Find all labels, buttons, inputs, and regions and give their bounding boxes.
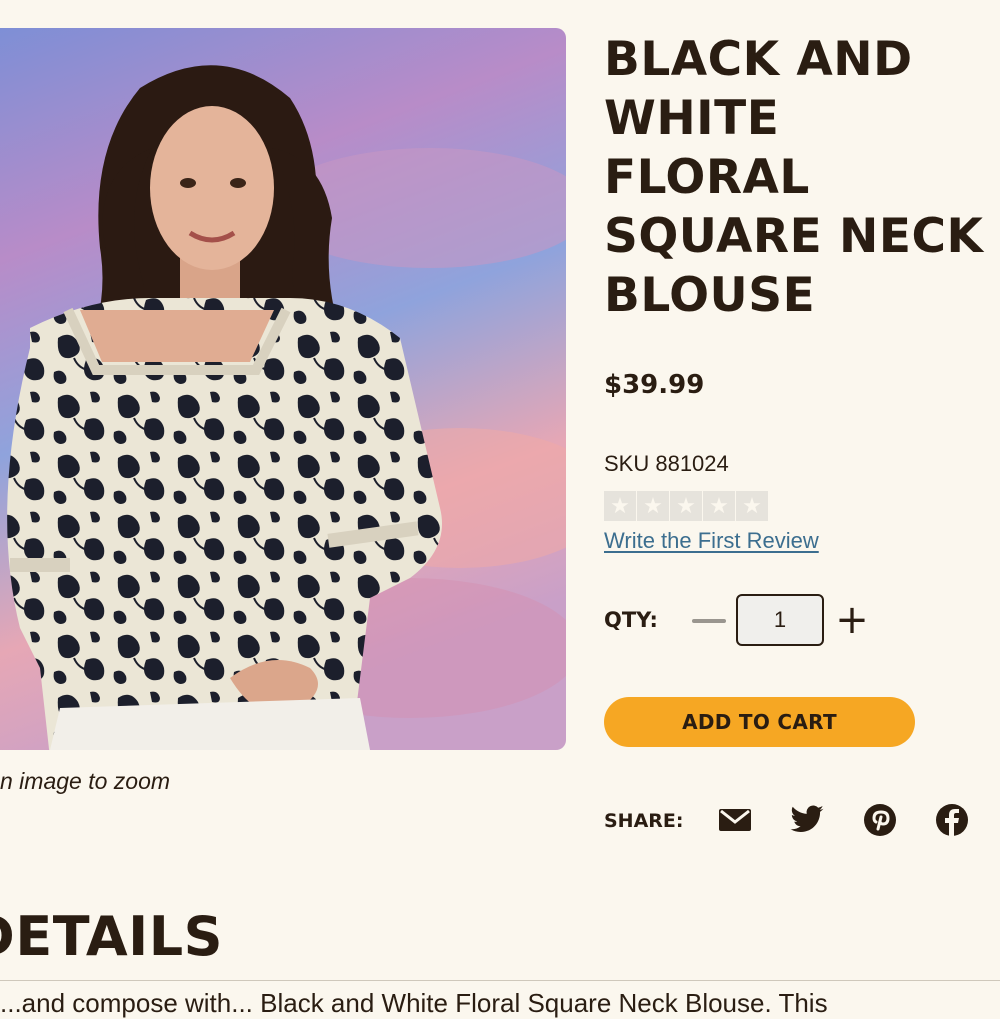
product-sku: SKU 881024: [604, 451, 729, 476]
divider: [0, 980, 1000, 981]
share-label: SHARE:: [604, 810, 684, 832]
product-image[interactable]: [0, 28, 566, 750]
zoom-hint: n image to zoom: [0, 768, 171, 794]
star-icon: ★: [703, 491, 735, 521]
details-description: ...and compose with... Black and White F…: [0, 988, 828, 1018]
pinterest-icon[interactable]: [862, 802, 898, 838]
qty-increment-button[interactable]: +: [834, 600, 870, 640]
product-title-line: FLORAL: [604, 150, 810, 205]
qty-decrement-button[interactable]: [692, 619, 726, 623]
add-to-cart-button[interactable]: ADD TO CART: [604, 697, 915, 747]
star-icon: ★: [670, 491, 702, 521]
facebook-icon[interactable]: [934, 802, 970, 838]
mail-icon[interactable]: [717, 802, 753, 838]
qty-label: QTY:: [604, 608, 658, 632]
product-title-line: WHITE: [604, 91, 780, 146]
product-title-line: BLOUSE: [604, 268, 816, 323]
product-title-line: BLACK AND: [604, 32, 913, 87]
star-icon: ★: [637, 491, 669, 521]
twitter-icon[interactable]: [789, 802, 825, 838]
product-title-line: SQUARE NECK: [604, 209, 984, 264]
qty-input[interactable]: [736, 594, 824, 646]
star-icon: ★: [604, 491, 636, 521]
details-heading: DETAILS: [0, 905, 224, 968]
product-price: $39.99: [604, 370, 705, 400]
product-title: BLACK AND WHITE FLORAL SQUARE NECK BLOUS…: [604, 30, 1000, 325]
rating-stars: ★ ★ ★ ★ ★: [604, 491, 768, 521]
star-icon: ★: [736, 491, 768, 521]
write-review-link[interactable]: Write the First Review: [604, 528, 819, 554]
